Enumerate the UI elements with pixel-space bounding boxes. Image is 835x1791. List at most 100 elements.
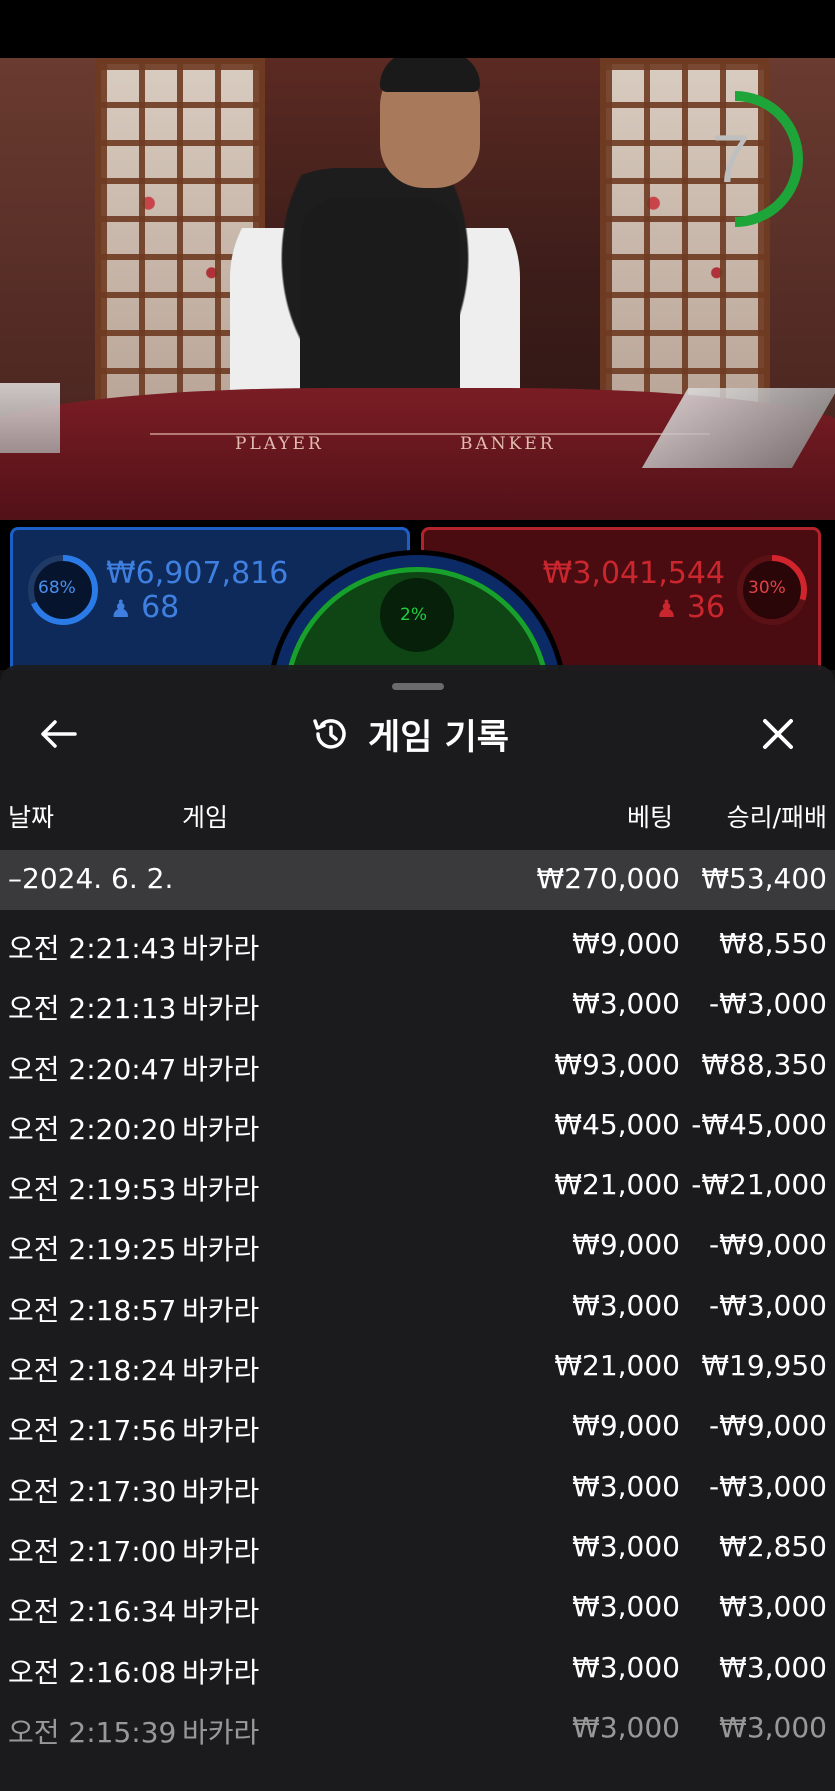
row-time: 오전 2:20:20 <box>8 1112 177 1146</box>
row-result: -₩45,000 <box>691 1107 827 1141</box>
row-bet: ₩21,000 <box>554 1168 680 1202</box>
row-result: ₩88,350 <box>701 1047 827 1081</box>
sheet-drag-handle[interactable] <box>392 683 444 690</box>
history-row[interactable]: 오전 2:21:13 바카라 ₩3,000 -₩3,000 <box>0 975 835 1035</box>
row-time: 오전 2:16:34 <box>8 1595 177 1629</box>
player-percent: 68% <box>38 578 76 598</box>
row-time: 오전 2:17:30 <box>8 1474 177 1508</box>
close-icon <box>763 719 793 749</box>
row-game: 바카라 <box>182 1655 260 1689</box>
row-result: -₩3,000 <box>709 987 827 1021</box>
banker-percent: 30% <box>748 578 786 598</box>
row-game: 바카라 <box>182 1293 260 1327</box>
row-time: 오전 2:18:57 <box>8 1293 177 1327</box>
dealer-hair <box>380 58 480 92</box>
row-bet: ₩3,000 <box>572 1469 680 1503</box>
row-bet: ₩93,000 <box>554 1047 680 1081</box>
history-row[interactable]: 오전 2:20:47 바카라 ₩93,000 ₩88,350 <box>0 1036 835 1096</box>
banker-count-value: 36 <box>686 590 725 625</box>
history-row[interactable]: 오전 2:18:24 바카라 ₩21,000 ₩19,950 <box>0 1337 835 1397</box>
history-row[interactable]: 오전 2:21:43 바카라 ₩9,000 ₩8,550 <box>0 915 835 975</box>
row-bet: ₩9,000 <box>572 927 680 960</box>
column-bet: 베팅 <box>626 803 673 832</box>
row-bet: ₩3,000 <box>572 1529 680 1563</box>
player-count-value: 68 <box>141 590 180 625</box>
column-result: 승리/패배 <box>726 803 827 832</box>
row-game: 바카라 <box>182 1414 260 1448</box>
wall-left <box>0 58 95 438</box>
person-icon: ♟ <box>655 595 678 623</box>
history-list: 오전 2:21:43 바카라 ₩9,000 ₩8,550 오전 2:21:13 … <box>0 915 835 1759</box>
row-result: ₩3,000 <box>719 1710 827 1744</box>
group-date: –2024. 6. 2. <box>8 862 174 895</box>
history-column-headers: 날짜 게임 베팅 승리/패배 <box>0 798 835 838</box>
row-bet: ₩21,000 <box>554 1349 680 1383</box>
status-bar <box>0 0 835 58</box>
history-row[interactable]: 오전 2:16:34 바카라 ₩3,000 ₩3,000 <box>0 1578 835 1638</box>
row-game: 바카라 <box>182 992 260 1026</box>
group-result-total: ₩53,400 <box>701 862 827 895</box>
row-game: 바카라 <box>182 932 260 965</box>
row-result: ₩3,000 <box>719 1650 827 1684</box>
player-count: ♟ 68 <box>110 590 179 625</box>
date-group-row[interactable]: –2024. 6. 2. ₩270,000 ₩53,400 <box>0 850 835 910</box>
row-game: 바카라 <box>182 1595 260 1629</box>
card-stack <box>0 383 60 453</box>
banker-amount: ₩3,041,544 <box>542 556 725 591</box>
row-time: 오전 2:16:08 <box>8 1655 177 1689</box>
history-row[interactable]: 오전 2:17:00 바카라 ₩3,000 ₩2,850 <box>0 1518 835 1578</box>
sheet-title: 게임 기록 <box>368 717 509 758</box>
row-game: 바카라 <box>182 1534 260 1568</box>
row-bet: ₩3,000 <box>572 1590 680 1624</box>
row-game: 바카라 <box>182 1052 260 1086</box>
row-result: ₩2,850 <box>719 1529 827 1563</box>
arrow-left-icon <box>41 720 77 748</box>
history-row[interactable]: 오전 2:15:39 바카라 ₩3,000 ₩3,000 <box>0 1699 835 1759</box>
table-label-player: PLAYER <box>235 434 324 454</box>
person-icon: ♟ <box>110 595 132 623</box>
history-row[interactable]: 오전 2:17:56 바카라 ₩9,000 -₩9,000 <box>0 1397 835 1457</box>
close-button[interactable] <box>748 708 808 760</box>
row-time: 오전 2:20:47 <box>8 1052 177 1086</box>
row-bet: ₩3,000 <box>572 1710 680 1744</box>
history-row[interactable]: 오전 2:18:57 바카라 ₩3,000 -₩3,000 <box>0 1277 835 1337</box>
row-bet: ₩9,000 <box>572 1409 680 1443</box>
row-bet: ₩9,000 <box>572 1228 680 1262</box>
row-bet: ₩3,000 <box>572 987 680 1021</box>
history-row[interactable]: 오전 2:19:25 바카라 ₩9,000 -₩9,000 <box>0 1216 835 1276</box>
row-game: 바카라 <box>182 1474 260 1508</box>
row-time: 오전 2:17:00 <box>8 1534 177 1568</box>
history-row[interactable]: 오전 2:20:20 바카라 ₩45,000 -₩45,000 <box>0 1096 835 1156</box>
row-game: 바카라 <box>182 1354 260 1388</box>
row-game: 바카라 <box>182 1112 260 1146</box>
back-button[interactable] <box>30 710 86 758</box>
row-bet: ₩3,000 <box>572 1288 680 1322</box>
column-date: 날짜 <box>8 803 55 832</box>
history-row[interactable]: 오전 2:16:08 바카라 ₩3,000 ₩3,000 <box>0 1639 835 1699</box>
row-time: 오전 2:18:24 <box>8 1354 177 1388</box>
row-game: 바카라 <box>182 1233 260 1267</box>
row-result: -₩21,000 <box>691 1168 827 1202</box>
countdown-number: 7 <box>712 121 750 197</box>
player-amount: ₩6,907,816 <box>106 556 289 591</box>
row-game: 바카라 <box>182 1173 260 1207</box>
sheet-header: 게임 기록 <box>310 708 509 760</box>
row-time: 오전 2:21:43 <box>8 932 177 965</box>
group-bet-total: ₩270,000 <box>536 862 680 895</box>
row-time: 오전 2:21:13 <box>8 992 177 1026</box>
banker-count: ♟ 36 <box>656 590 725 625</box>
row-time: 오전 2:15:39 <box>8 1715 177 1749</box>
row-result: -₩9,000 <box>709 1228 827 1262</box>
row-game: 바카라 <box>182 1715 260 1749</box>
row-bet: ₩45,000 <box>554 1107 680 1141</box>
row-result: -₩9,000 <box>709 1409 827 1443</box>
row-result: ₩19,950 <box>701 1349 827 1383</box>
row-time: 오전 2:19:53 <box>8 1173 177 1207</box>
row-result: ₩3,000 <box>719 1590 827 1624</box>
table-label-banker: BANKER <box>460 434 556 454</box>
history-row[interactable]: 오전 2:17:30 바카라 ₩3,000 -₩3,000 <box>0 1458 835 1518</box>
table-line <box>150 433 710 435</box>
row-bet: ₩3,000 <box>572 1650 680 1684</box>
row-time: 오전 2:17:56 <box>8 1414 177 1448</box>
history-row[interactable]: 오전 2:19:53 바카라 ₩21,000 -₩21,000 <box>0 1156 835 1216</box>
